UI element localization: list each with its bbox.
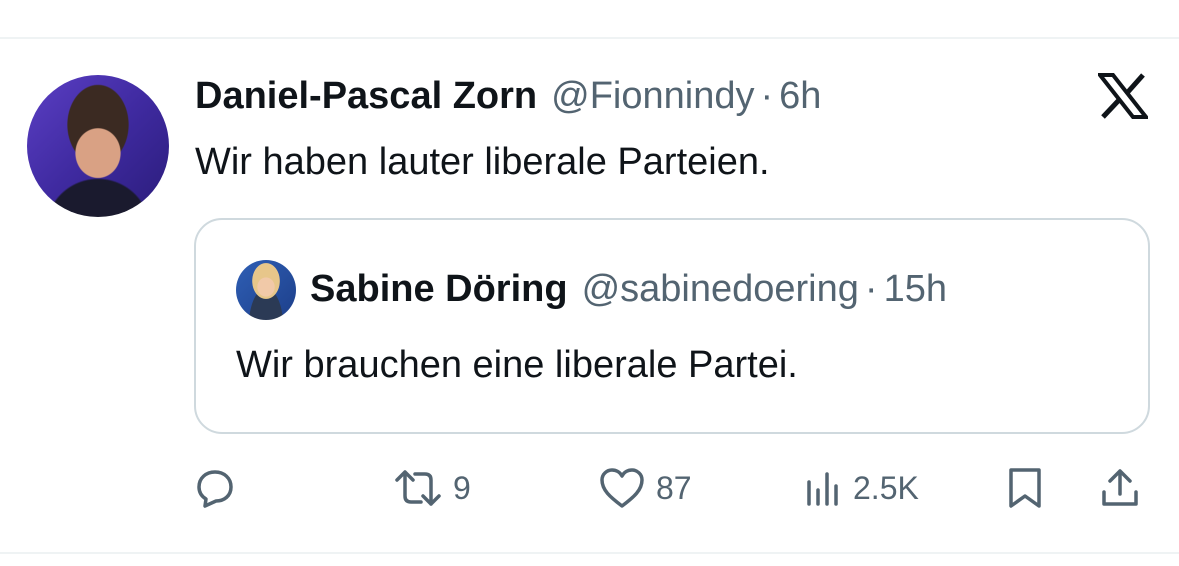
bookmark-button[interactable]	[1005, 466, 1045, 510]
tweet-header: Daniel-Pascal Zorn @Fionnindy · 6h	[195, 75, 821, 118]
quoted-tweet-header: Sabine Döring @sabinedoering · 15h	[310, 268, 947, 311]
author-handle[interactable]: @Fionnindy	[551, 75, 754, 118]
tweet-text: Wir haben lauter liberale Parteien.	[195, 141, 770, 183]
author-name[interactable]: Daniel-Pascal Zorn	[195, 75, 537, 118]
retweet-button[interactable]: 9	[393, 466, 471, 510]
retweet-icon	[393, 466, 443, 510]
share-icon	[1098, 466, 1142, 510]
quoted-author-name: Sabine Döring	[310, 268, 568, 310]
reply-icon	[193, 466, 237, 510]
views-icon	[803, 466, 843, 510]
quoted-author-avatar	[236, 260, 296, 320]
quoted-tweet-card[interactable]: Sabine Döring @sabinedoering · 15h Wir b…	[194, 218, 1150, 434]
bottom-divider	[0, 552, 1179, 554]
x-logo-icon	[1095, 73, 1151, 119]
author-avatar[interactable]	[27, 75, 169, 217]
quoted-tweet-text: Wir brauchen eine liberale Partei.	[236, 344, 798, 386]
quoted-separator-dot: ·	[864, 268, 878, 310]
heart-icon	[598, 466, 646, 510]
views-count: 2.5K	[853, 469, 919, 506]
top-divider	[0, 37, 1179, 39]
reply-button[interactable]	[193, 466, 237, 510]
retweet-count: 9	[453, 469, 471, 506]
quoted-tweet-timestamp: 15h	[883, 268, 947, 310]
views-button[interactable]: 2.5K	[803, 466, 919, 510]
like-count: 87	[656, 469, 692, 506]
quoted-author-handle: @sabinedoering	[581, 268, 859, 310]
tweet-timestamp[interactable]: 6h	[779, 75, 821, 118]
separator-dot: ·	[760, 75, 774, 117]
like-button[interactable]: 87	[598, 466, 692, 510]
bookmark-icon	[1005, 466, 1045, 510]
share-button[interactable]	[1098, 466, 1142, 510]
